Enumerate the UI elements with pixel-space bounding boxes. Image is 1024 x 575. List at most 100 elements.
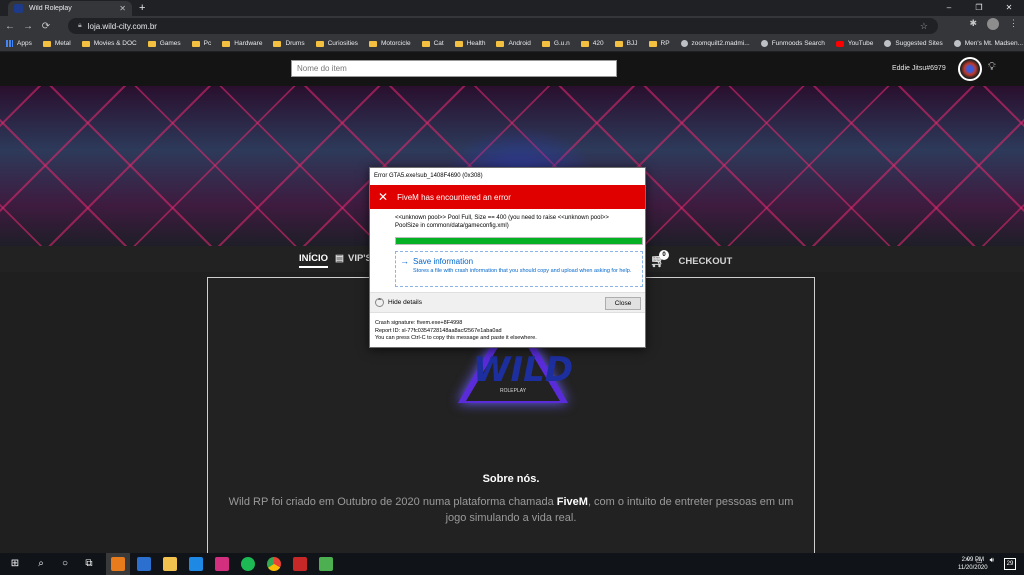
folder-icon — [580, 40, 589, 47]
url-text: loja.wild-city.com.br — [87, 21, 157, 31]
hide-details-toggle[interactable]: ⌃ Hide details — [375, 298, 422, 307]
bookmark-item[interactable]: Cat — [421, 40, 444, 47]
user-avatar[interactable] — [958, 57, 982, 81]
dialog-message: <<unknown pool>> Pool Full, Size == 400 … — [395, 215, 609, 229]
search-icon[interactable]: ⌕ — [34, 557, 48, 571]
bookmark-label: zoomquilt2.madmi... — [691, 40, 750, 47]
bookmark-item[interactable]: Motorcicle — [368, 40, 411, 47]
bookmark-label: Games — [159, 40, 181, 47]
extensions-icon[interactable]: ✱ — [969, 18, 977, 30]
folder-icon — [496, 40, 505, 47]
nav-checkout[interactable]: 🛒︎ 0 CHECKOUT — [650, 250, 733, 269]
media-app-icon[interactable] — [293, 557, 307, 571]
username-label: Eddie Jitsu#6979 — [892, 65, 946, 72]
reload-icon[interactable]: ⟳ — [38, 21, 54, 32]
back-arrow-icon[interactable]: ← — [2, 21, 18, 32]
nav-inicio[interactable]: INÍCIO — [299, 253, 329, 268]
bookmark-label: Drums — [285, 40, 305, 47]
file-explorer-icon[interactable] — [163, 557, 177, 571]
discord-app-icon[interactable] — [215, 557, 229, 571]
photos-app-icon[interactable] — [189, 557, 203, 571]
new-tab-button[interactable]: + — [139, 2, 145, 14]
folder-icon — [315, 40, 324, 47]
bookmark-label: Funmoods Search — [771, 40, 825, 47]
cortana-icon[interactable]: ○ — [58, 557, 72, 571]
save-information-desc: Stores a file with crash information tha… — [413, 268, 632, 274]
game-app-icon[interactable] — [319, 557, 333, 571]
bookmark-item[interactable]: Health — [454, 40, 485, 47]
bookmark-item[interactable]: zoomquilt2.madmi... — [680, 40, 750, 47]
profile-avatar[interactable] — [987, 18, 999, 30]
notifications-button[interactable]: 29 — [1004, 558, 1016, 570]
spotify-app-icon[interactable] — [241, 557, 255, 571]
bookmark-label: Pc — [203, 40, 212, 47]
windows-taskbar: ⊞ ⌕ ○ ⧉ ^ ▭ 🔊︎ 2:09 PM 11/20/2020 29 — [0, 553, 1024, 575]
chevron-up-icon: ⌃ — [375, 298, 384, 307]
save-information-link[interactable]: → Save information Stores a file with cr… — [395, 251, 643, 287]
store-app-icon[interactable] — [137, 557, 151, 571]
bookmark-star-icon[interactable]: ☆ — [920, 21, 928, 32]
progress-fill — [396, 238, 642, 244]
bookmark-label: BJJ — [626, 40, 638, 47]
dialog-window-title: Error GTA5.exe!sub_1408F4690 (0x308) — [374, 173, 483, 179]
browser-toolbar: ← → ⟳ 🔒︎ loja.wild-city.com.br ☆ — [0, 16, 1024, 36]
lock-icon: 🔒︎ — [78, 22, 82, 29]
bookmark-label: Movies & DOC — [93, 40, 137, 47]
maximize-button[interactable]: ❐ — [964, 0, 994, 16]
bookmark-item[interactable]: Pc — [191, 40, 212, 47]
lightbulb-icon[interactable]: 💡︎ — [988, 61, 996, 74]
dialog-error-header: ✕ FiveM has encountered an error — [370, 185, 645, 209]
bookmark-item[interactable]: YouTube — [835, 40, 873, 47]
bookmark-item[interactable]: Apps — [6, 40, 32, 47]
fivem-app-icon[interactable] — [111, 557, 125, 571]
chrome-app-icon[interactable] — [267, 557, 281, 571]
bookmark-item[interactable]: Games — [147, 40, 181, 47]
bookmark-label: Suggested Sites — [895, 40, 943, 47]
browser-tab[interactable]: Wild Roleplay ✕ — [8, 1, 132, 16]
bookmark-item[interactable]: Men's Mt. Madsen... — [953, 40, 1024, 47]
dialog-footer: ⌃ Hide details Close — [370, 292, 645, 313]
browser-tab-bar: Wild Roleplay ✕ + – ❐ ✕ — [0, 0, 1024, 16]
bookmarks-bar: Apps Metal Movies & DOC Games Pc Hardware Drum… — [0, 36, 1024, 52]
site-icon — [680, 40, 688, 47]
error-x-icon: ✕ — [378, 190, 389, 204]
nav-vips[interactable]: ▤ VIP'S — [335, 253, 372, 264]
folder-icon — [421, 40, 430, 47]
bookmark-item[interactable]: Curiosities — [315, 40, 358, 47]
bookmark-item[interactable]: Funmoods Search — [760, 40, 825, 47]
folder-icon — [648, 40, 657, 47]
bookmark-item[interactable]: BJJ — [614, 40, 638, 47]
taskbar-clock[interactable]: 2:09 PM 11/20/2020 — [958, 556, 988, 572]
crash-details: Crash signature: fivem.exe+8F4998 Report… — [375, 320, 537, 343]
bookmark-item[interactable]: Metal — [42, 40, 71, 47]
bookmark-item[interactable]: Suggested Sites — [884, 40, 943, 47]
site-icon — [953, 40, 961, 47]
bookmark-item[interactable]: G.u.n — [541, 40, 570, 47]
folder-icon — [368, 40, 377, 47]
folder-icon — [273, 40, 282, 47]
bookmark-item[interactable]: 420 — [580, 40, 604, 47]
menu-dots-icon[interactable]: ⋮ — [1009, 18, 1018, 30]
progress-bar — [395, 237, 643, 245]
nav-checkout-label: CHECKOUT — [678, 255, 733, 267]
bookmark-label: Men's Mt. Madsen... — [964, 40, 1024, 47]
tab-close-icon[interactable]: ✕ — [119, 4, 126, 13]
bookmark-item[interactable]: Android — [496, 40, 531, 47]
volume-icon[interactable]: 🔊︎ — [990, 557, 994, 565]
windows-start-icon[interactable]: ⊞ — [8, 557, 22, 571]
close-button[interactable]: Close — [605, 297, 641, 310]
bookmark-item[interactable]: Movies & DOC — [81, 40, 137, 47]
hide-details-label: Hide details — [388, 299, 422, 306]
item-search-input[interactable]: Nome do item — [291, 60, 617, 77]
bookmark-item[interactable]: Drums — [273, 40, 305, 47]
close-window-button[interactable]: ✕ — [994, 0, 1024, 16]
address-bar[interactable]: 🔒︎ loja.wild-city.com.br ☆ — [68, 18, 938, 34]
bookmark-label: Apps — [17, 40, 32, 47]
task-view-icon[interactable]: ⧉ — [82, 557, 96, 571]
bookmark-item[interactable]: RP — [648, 40, 670, 47]
window-controls: – ❐ ✕ — [934, 0, 1024, 16]
minimize-button[interactable]: – — [934, 0, 964, 16]
forward-arrow-icon[interactable]: → — [20, 21, 36, 32]
bookmark-item[interactable]: Hardware — [222, 40, 262, 47]
about-text-part1: Wild RP foi criado em Outubro de 2020 nu… — [228, 496, 557, 508]
